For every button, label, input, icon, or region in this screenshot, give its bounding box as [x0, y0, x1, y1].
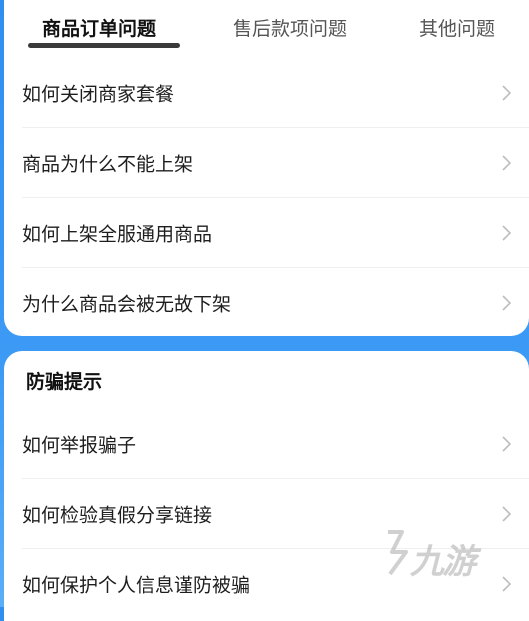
active-tab-indicator: [28, 43, 180, 48]
chevron-right-icon: [502, 84, 511, 101]
list-item-label: 如何保护个人信息谨防被骗: [22, 574, 251, 597]
section-title: 防骗提示: [26, 371, 103, 393]
list-item[interactable]: 商品为什么不能上架: [22, 128, 529, 198]
list-item[interactable]: 如何上架全服通用商品: [22, 198, 529, 268]
list-item[interactable]: 如何关闭商家套餐: [22, 58, 529, 128]
list-item-label: 如何检验真假分享链接: [22, 504, 213, 526]
watermark-text: 九游: [410, 542, 476, 582]
chevron-right-icon: [502, 576, 511, 592]
fraud-tips-list: 如何举报骗子 如何检验真假分享链接 如何保护个人信息谨防被骗: [4, 409, 529, 619]
order-questions-card: 商品订单问题 售后款项问题 其他问题 如何关闭商家套餐 商品为什么不能上架 如何…: [4, 0, 529, 336]
tab-other-questions[interactable]: 其他问题: [419, 14, 495, 41]
chevron-right-icon: [502, 224, 511, 241]
list-item-label: 如何举报骗子: [22, 434, 137, 456]
list-item[interactable]: 如何举报骗子: [22, 409, 529, 479]
list-item-label: 商品为什么不能上架: [22, 153, 194, 175]
chevron-right-icon: [502, 295, 511, 311]
tab-after-sales-questions[interactable]: 售后款项问题: [233, 14, 347, 41]
list-item-label: 如何上架全服通用商品: [22, 223, 213, 245]
chevron-right-icon: [502, 154, 511, 171]
list-item-label: 如何关闭商家套餐: [22, 83, 175, 105]
list-item-label: 为什么商品会被无故下架: [22, 293, 232, 316]
list-item[interactable]: 为什么商品会被无故下架: [22, 268, 529, 338]
chevron-right-icon: [502, 435, 511, 452]
tab-bar: 商品订单问题 售后款项问题 其他问题: [4, 0, 529, 58]
chevron-right-icon: [502, 505, 511, 522]
tab-order-questions[interactable]: 商品订单问题: [42, 14, 156, 41]
